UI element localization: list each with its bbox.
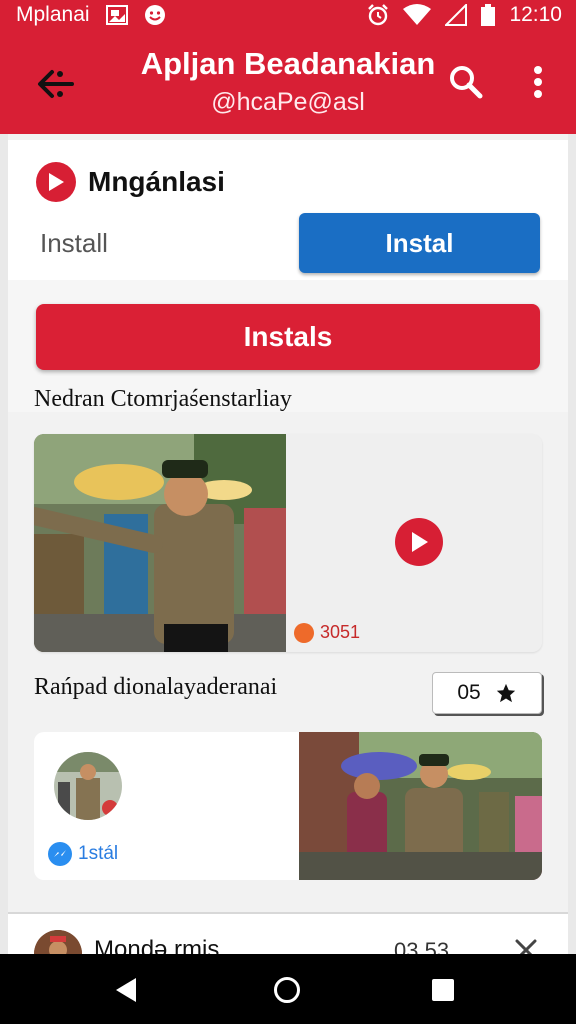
- nav-home-icon[interactable]: [274, 977, 300, 1003]
- rating-value: 05: [457, 681, 481, 704]
- feed-heading-2: Rańpad dionalayaderanai: [34, 674, 278, 700]
- messenger-badge: 1stál: [48, 842, 118, 866]
- more-vert-icon[interactable]: [522, 60, 554, 104]
- fire-icon: [294, 622, 314, 643]
- app-subtitle: @hcaPe@asl: [211, 88, 365, 116]
- emoji-icon: [144, 4, 166, 26]
- instals-button[interactable]: Instals: [36, 304, 540, 370]
- messenger-icon: [48, 842, 72, 866]
- instal-button[interactable]: Instal: [299, 213, 540, 273]
- avatar[interactable]: [54, 752, 122, 820]
- app-card: Mngánlasi Install Instal Instals: [8, 140, 568, 412]
- clock: 12:10: [509, 3, 562, 26]
- app-bar: Apljan Beadanakian @hcaPe@asl: [0, 30, 576, 134]
- alarm-icon: [367, 4, 389, 26]
- list-item-name: Mondə rmis: [94, 936, 220, 954]
- wifi-icon: [403, 4, 432, 26]
- app-title-block: Apljan Beadanakian @hcaPe@asl: [100, 46, 476, 117]
- app-title: Apljan Beadanakian: [140, 46, 436, 81]
- status-bar: Mplanai 12:10: [0, 0, 576, 30]
- video-thumbnail-photo[interactable]: [34, 434, 286, 652]
- battery-icon: [481, 4, 496, 26]
- nav-recents-icon[interactable]: [432, 979, 454, 1001]
- play-circle-icon[interactable]: [395, 518, 443, 566]
- section-header: Mngánlasi: [36, 162, 225, 202]
- close-icon[interactable]: [514, 938, 538, 954]
- nav-back-icon[interactable]: [112, 976, 140, 1004]
- list-avatar[interactable]: [34, 930, 82, 954]
- search-icon[interactable]: [444, 60, 488, 104]
- views-counter: 3051: [294, 622, 360, 643]
- post-card[interactable]: 1stál: [34, 732, 542, 880]
- video-card[interactable]: 3051: [34, 434, 542, 652]
- play-icon: [36, 162, 76, 202]
- list-item[interactable]: Mondə rmis 03.53: [8, 914, 568, 954]
- rating-badge[interactable]: 05: [432, 672, 542, 714]
- post-photo[interactable]: [299, 732, 542, 880]
- star-icon: [496, 683, 515, 703]
- section-label: Mngánlasi: [88, 166, 225, 197]
- main-content[interactable]: Mngánlasi Install Instal Instals Nedran …: [8, 134, 568, 954]
- install-text: Install: [40, 228, 108, 258]
- share-back-icon[interactable]: [32, 60, 80, 108]
- image-icon: [105, 5, 128, 25]
- badge-text: 1stál: [78, 843, 119, 864]
- navigation-bar: [0, 954, 576, 1024]
- carrier-name: Mplanai: [16, 3, 90, 26]
- list-item-time: 03.53: [394, 938, 450, 954]
- signal-icon: [445, 4, 468, 26]
- feed-heading-1: Nedran Ctomrjaśenstarliay: [34, 386, 292, 412]
- views-count: 3051: [320, 622, 361, 642]
- video-panel: 3051: [286, 434, 542, 652]
